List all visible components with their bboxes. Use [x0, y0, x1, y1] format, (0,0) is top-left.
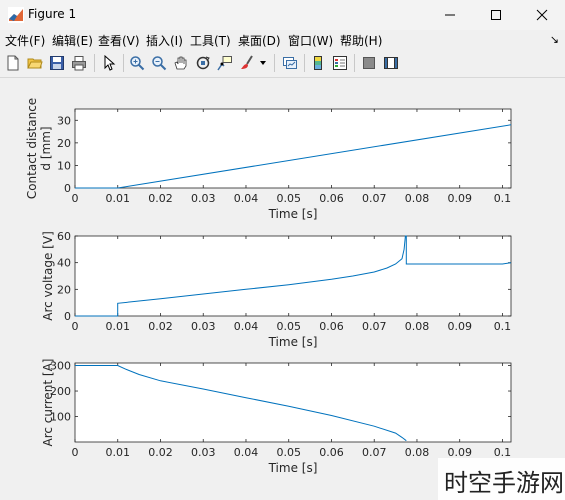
menu-desktop[interactable]: 桌面(D) — [238, 32, 281, 49]
maximize-button[interactable] — [473, 0, 519, 30]
x-tick-label: 0.03 — [191, 320, 216, 333]
x-tick-label: 0.09 — [447, 320, 472, 333]
brush-dropdown-icon[interactable] — [257, 53, 269, 73]
x-tick-label: 0.01 — [105, 446, 130, 459]
maximize-icon — [491, 10, 501, 20]
x-tick-label: 0.05 — [276, 192, 301, 205]
toolbar-separator — [274, 54, 275, 72]
x-tick-label: 0.02 — [148, 320, 173, 333]
x-axis-label: Time [s] — [268, 335, 318, 349]
menu-help[interactable]: 帮助(H) — [340, 32, 382, 49]
y-tick-label: 30 — [57, 114, 71, 127]
figure-canvas[interactable]: 0 0.01 0.02 0.03 0.04 0.05 0.06 0.07 0.08 0.09 0.1… — [0, 78, 565, 500]
colorbar-icon[interactable] — [308, 53, 328, 73]
x-tick-label: 0 — [72, 192, 79, 205]
window-title: Figure 1 — [28, 7, 77, 21]
menu-edit[interactable]: 编辑(E) — [52, 32, 93, 49]
new-figure-icon[interactable] — [3, 53, 23, 73]
axes-2 — [74, 235, 512, 317]
x-tick-label: 0.04 — [234, 446, 259, 459]
x-tick-label: 0 — [72, 320, 79, 333]
y-tick-label: 40 — [57, 257, 71, 270]
x-axis-label: Time [s] — [268, 207, 318, 221]
x-tick-label: 0.02 — [148, 192, 173, 205]
x-tick-label: 0.05 — [276, 446, 301, 459]
hide-plot-tools-icon[interactable] — [359, 53, 379, 73]
link-plot-icon[interactable] — [280, 53, 300, 73]
x-tick-label: 0.06 — [319, 192, 344, 205]
brush-icon[interactable] — [237, 53, 257, 73]
x-tick-label: 0.08 — [405, 192, 430, 205]
toolbar-separator — [304, 54, 305, 72]
pointer-icon[interactable] — [99, 53, 119, 73]
save-icon[interactable] — [47, 53, 67, 73]
close-button[interactable] — [519, 0, 565, 30]
y-tick-label: 10 — [57, 159, 71, 172]
rotate-icon[interactable] — [193, 53, 213, 73]
figure-window: Figure 1 文件(F) 编辑(E) 查看(V) 插入(I) 工具(T) 桌… — [0, 0, 565, 500]
x-tick-label: 0.04 — [234, 192, 259, 205]
x-tick-label: 0.01 — [105, 192, 130, 205]
y-tick-label: 0 — [64, 182, 71, 195]
data-cursor-icon[interactable] — [215, 53, 235, 73]
menu-insert[interactable]: 插入(I) — [146, 32, 183, 49]
y-axis-label: d [mm] — [39, 126, 53, 170]
x-tick-label: 0.07 — [362, 320, 387, 333]
x-tick-label: 0.06 — [319, 446, 344, 459]
y-tick-label: 20 — [57, 283, 71, 296]
menu-tools[interactable]: 工具(T) — [190, 32, 231, 49]
title-bar[interactable]: Figure 1 — [0, 0, 565, 30]
x-tick-label: 0.01 — [105, 320, 130, 333]
menu-bar: 文件(F) 编辑(E) 查看(V) 插入(I) 工具(T) 桌面(D) 窗口(W… — [0, 30, 565, 50]
pan-icon[interactable] — [171, 53, 191, 73]
x-tick-label: 0.02 — [148, 446, 173, 459]
y-tick-label: 0 — [64, 310, 71, 323]
minimize-icon — [445, 14, 455, 16]
x-tick-label: 0.08 — [405, 446, 430, 459]
legend-icon[interactable] — [330, 53, 350, 73]
toolbar — [0, 50, 565, 78]
y-tick-label: 20 — [57, 137, 71, 150]
toolbar-separator — [354, 54, 355, 72]
zoom-in-icon[interactable] — [127, 53, 147, 73]
show-plot-tools-icon[interactable] — [381, 53, 401, 73]
x-axis-label: Time [s] — [268, 461, 318, 475]
x-tick-label: 0.07 — [362, 192, 387, 205]
axes-1 — [74, 108, 512, 189]
watermark-text: 时空手游网 — [444, 469, 564, 497]
x-tick-label: 0.04 — [234, 320, 259, 333]
menu-view[interactable]: 查看(V) — [98, 32, 140, 49]
dock-arrow-icon[interactable]: ↘ — [550, 33, 559, 46]
zoom-out-icon[interactable] — [149, 53, 169, 73]
y-tick-label: 60 — [57, 230, 71, 243]
print-icon[interactable] — [69, 53, 89, 73]
y-axis-label: Arc current [A] — [41, 359, 55, 447]
x-tick-label: 0.03 — [191, 446, 216, 459]
close-icon — [536, 9, 548, 21]
x-tick-label: 0.03 — [191, 192, 216, 205]
y-axis-label: Contact distance — [25, 98, 39, 199]
toolbar-separator — [123, 54, 124, 72]
toolbar-separator — [94, 54, 95, 72]
minimize-button[interactable] — [427, 0, 473, 30]
x-tick-label: 0.08 — [405, 320, 430, 333]
plots-canvas[interactable]: 0 0.01 0.02 0.03 0.04 0.05 0.06 0.07 0.08 0.09 0.1… — [0, 78, 565, 500]
open-icon[interactable] — [25, 53, 45, 73]
matlab-icon — [8, 7, 24, 23]
x-tick-label: 0.09 — [447, 192, 472, 205]
x-tick-label: 0.07 — [362, 446, 387, 459]
menu-file[interactable]: 文件(F) — [5, 32, 45, 49]
y-axis-label: Arc voltage [V] — [41, 231, 55, 321]
x-tick-label: 0 — [72, 446, 79, 459]
x-tick-label: 0.06 — [319, 320, 344, 333]
x-tick-label: 0.05 — [276, 320, 301, 333]
menu-window[interactable]: 窗口(W) — [288, 32, 333, 49]
x-tick-label: 0.1 — [494, 320, 512, 333]
x-tick-label: 0.1 — [494, 192, 512, 205]
